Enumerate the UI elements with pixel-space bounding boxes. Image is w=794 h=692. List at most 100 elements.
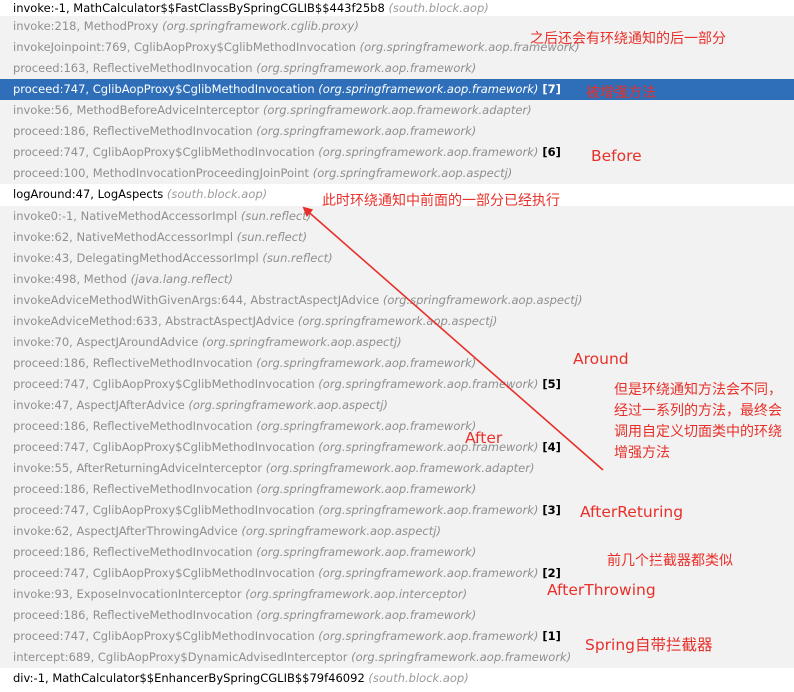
annotation-similar-interceptors: 前几个拦截器都类似 [607, 553, 733, 569]
frame-method: invoke:70, AspectJAroundAdvice [13, 335, 199, 349]
frame-tag: [3] [542, 503, 561, 517]
frame-method: logAround:47, LogAspects [13, 187, 164, 201]
frame-package: (org.springframework.aop.framework) [256, 356, 477, 370]
frame-package: (org.springframework.aop.framework) [256, 608, 477, 622]
frame-package: (south.block.aop) [368, 671, 469, 685]
stack-frame-row[interactable]: invoke:43, DelegatingMethodAccessorImpl … [0, 248, 794, 269]
frame-method: proceed:747, CglibAopProxy$CglibMethodIn… [13, 629, 315, 643]
frame-method: invoke:62, AspectJAfterThrowingAdvice [13, 524, 238, 538]
frame-package: (org.springframework.aop.framework) [318, 145, 539, 159]
frame-package: (org.springframework.aop.framework) [318, 440, 539, 454]
frame-package: (org.springframework.aop.aspectj) [202, 335, 402, 349]
frame-method: proceed:186, ReflectiveMethodInvocation [13, 419, 253, 433]
stack-frame-row[interactable]: proceed:100, MethodInvocationProceedingJ… [0, 163, 794, 184]
frame-method: proceed:747, CglibAopProxy$CglibMethodIn… [13, 440, 315, 454]
frame-package: (sun.reflect) [236, 230, 308, 244]
frame-method: proceed:186, ReflectiveMethodInvocation [13, 608, 253, 622]
frame-method: invoke0:-1, NativeMethodAccessorImpl [13, 209, 238, 223]
frame-package: (org.springframework.aop.framework.adapt… [262, 103, 532, 117]
frame-package: (org.springframework.aop.framework) [256, 545, 477, 559]
frame-package: (org.springframework.cglib.proxy) [162, 19, 359, 33]
annotation-spring-builtin: Spring自带拦截器 [585, 636, 713, 654]
stack-frame-row[interactable]: invoke:-1, MathCalculator$$FastClassBySp… [0, 0, 794, 16]
frame-package: (java.lang.reflect) [130, 272, 233, 286]
frame-method: invoke:43, DelegatingMethodAccessorImpl [13, 251, 259, 265]
frame-tag: [4] [542, 440, 561, 454]
stack-frame-row[interactable]: proceed:186, ReflectiveMethodInvocation … [0, 605, 794, 626]
stack-frame-row[interactable]: invoke:62, NativeMethodAccessorImpl (sun… [0, 227, 794, 248]
annotation-around-first-part: 此时环绕通知中前面的一部分已经执行 [322, 193, 560, 209]
frame-method: proceed:747, CglibAopProxy$CglibMethodIn… [13, 82, 315, 96]
frame-method: proceed:747, CglibAopProxy$CglibMethodIn… [13, 145, 315, 159]
frame-method: invokeAdviceMethodWithGivenArgs:644, Abs… [13, 293, 380, 307]
frame-method: invoke:498, Method [13, 272, 127, 286]
frame-tag: [1] [542, 629, 561, 643]
frame-method: div:-1, MathCalculator$$EnhancerBySpring… [13, 671, 365, 685]
frame-package: (org.springframework.aop.framework) [318, 629, 539, 643]
stack-frame-row[interactable]: invoke:56, MethodBeforeAdviceInterceptor… [0, 100, 794, 121]
frame-package: (south.block.aop) [166, 187, 268, 201]
frame-method: invokeJoinpoint:769, CglibAopProxy$Cglib… [13, 40, 356, 54]
frame-package: (south.block.aop) [388, 1, 489, 15]
stack-frame-row[interactable]: proceed:186, ReflectiveMethodInvocation … [0, 121, 794, 142]
annotation-after-returning: AfterReturing [580, 503, 684, 521]
stack-frame-row[interactable]: invoke:70, AspectJAroundAdvice (org.spri… [0, 332, 794, 353]
frame-package: (sun.reflect) [262, 251, 333, 265]
annotation-enhanced-method: 被增强方法 [586, 85, 656, 101]
frame-package: (org.springframework.aop.aspectj) [382, 293, 583, 307]
frame-package: (org.springframework.aop.aspectj) [312, 166, 513, 180]
annotation-around: Around [573, 350, 629, 368]
frame-method: proceed:747, CglibAopProxy$CglibMethodIn… [13, 566, 315, 580]
annotation-before: Before [591, 147, 642, 165]
stack-frame-row[interactable]: proceed:186, ReflectiveMethodInvocation … [0, 353, 794, 374]
frame-tag: [7] [542, 82, 561, 96]
frame-method: invoke:218, MethodProxy [13, 19, 159, 33]
frame-package: (org.springframework.aop.interceptor) [245, 587, 468, 601]
frame-method: invoke:56, MethodBeforeAdviceInterceptor [13, 103, 260, 117]
stack-frame-row[interactable]: invokeAdviceMethod:633, AbstractAspectJA… [0, 311, 794, 332]
frame-tag: [6] [542, 145, 561, 159]
stack-frame-row[interactable]: invoke:498, Method (java.lang.reflect) [0, 269, 794, 290]
stack-frame-row[interactable]: invoke:93, ExposeInvocationInterceptor (… [0, 584, 794, 605]
frame-package: (org.springframework.aop.framework.adapt… [265, 461, 535, 475]
frame-package: (org.springframework.aop.framework) [318, 566, 539, 580]
stack-frame-row[interactable]: invokeAdviceMethodWithGivenArgs:644, Abs… [0, 290, 794, 311]
frame-package: (org.springframework.aop.framework) [256, 419, 477, 433]
frame-method: proceed:186, ReflectiveMethodInvocation [13, 356, 253, 370]
annotation-after-throwing: AfterThrowing [547, 581, 656, 599]
frame-package: (sun.reflect) [240, 209, 312, 223]
frame-method: invoke:47, AspectJAfterAdvice [13, 398, 185, 412]
frame-package: (org.springframework.aop.aspectj) [241, 524, 441, 538]
stack-frame-row[interactable]: div:-1, MathCalculator$$EnhancerBySpring… [0, 668, 794, 689]
frame-tag: [5] [542, 377, 561, 391]
frame-method: proceed:186, ReflectiveMethodInvocation [13, 482, 253, 496]
frame-method: proceed:747, CglibAopProxy$CglibMethodIn… [13, 377, 315, 391]
frame-method: invoke:55, AfterReturningAdviceIntercept… [13, 461, 263, 475]
frame-method: proceed:186, ReflectiveMethodInvocation [13, 545, 253, 559]
frame-method: invoke:62, NativeMethodAccessorImpl [13, 230, 234, 244]
frame-package: (org.springframework.aop.framework) [256, 61, 477, 75]
annotation-after-around-rest: 之后还会有环绕通知的后一部分 [530, 31, 726, 47]
stack-frame-row[interactable]: proceed:163, ReflectiveMethodInvocation … [0, 58, 794, 79]
stack-frame-row[interactable]: proceed:747, CglibAopProxy$CglibMethodIn… [0, 79, 794, 100]
frame-method: proceed:186, ReflectiveMethodInvocation [13, 124, 253, 138]
frame-method: invokeAdviceMethod:633, AbstractAspectJA… [13, 314, 295, 328]
frame-package: (org.springframework.aop.framework) [318, 503, 539, 517]
frame-method: proceed:163, ReflectiveMethodInvocation [13, 61, 253, 75]
frame-package: (org.springframework.aop.aspectj) [188, 398, 388, 412]
frame-package: (org.springframework.aop.framework) [318, 82, 539, 96]
frame-package: (org.springframework.aop.framework) [256, 482, 477, 496]
frame-method: proceed:747, CglibAopProxy$CglibMethodIn… [13, 503, 315, 517]
frame-method: proceed:100, MethodInvocationProceedingJ… [13, 166, 310, 180]
frame-package: (org.springframework.aop.framework) [318, 377, 539, 391]
frame-method: invoke:93, ExposeInvocationInterceptor [13, 587, 242, 601]
stack-frame-row[interactable]: invoke:62, AspectJAfterThrowingAdvice (o… [0, 521, 794, 542]
stack-frame-row[interactable]: proceed:747, CglibAopProxy$CglibMethodIn… [0, 142, 794, 163]
annotation-after: After [465, 429, 503, 447]
frame-package: (org.springframework.aop.framework) [351, 650, 572, 664]
frame-method: invoke:-1, MathCalculator$$FastClassBySp… [13, 1, 385, 15]
frame-method: intercept:689, CglibAopProxy$DynamicAdvi… [13, 650, 348, 664]
stack-frame-row[interactable]: proceed:186, ReflectiveMethodInvocation … [0, 479, 794, 500]
annotation-around-explain: 但是环绕通知方法会不同，经过一系列的方法，最终会调用自定义切面类中的环绕增强方法 [614, 382, 782, 461]
frame-package: (org.springframework.aop.framework) [256, 124, 477, 138]
